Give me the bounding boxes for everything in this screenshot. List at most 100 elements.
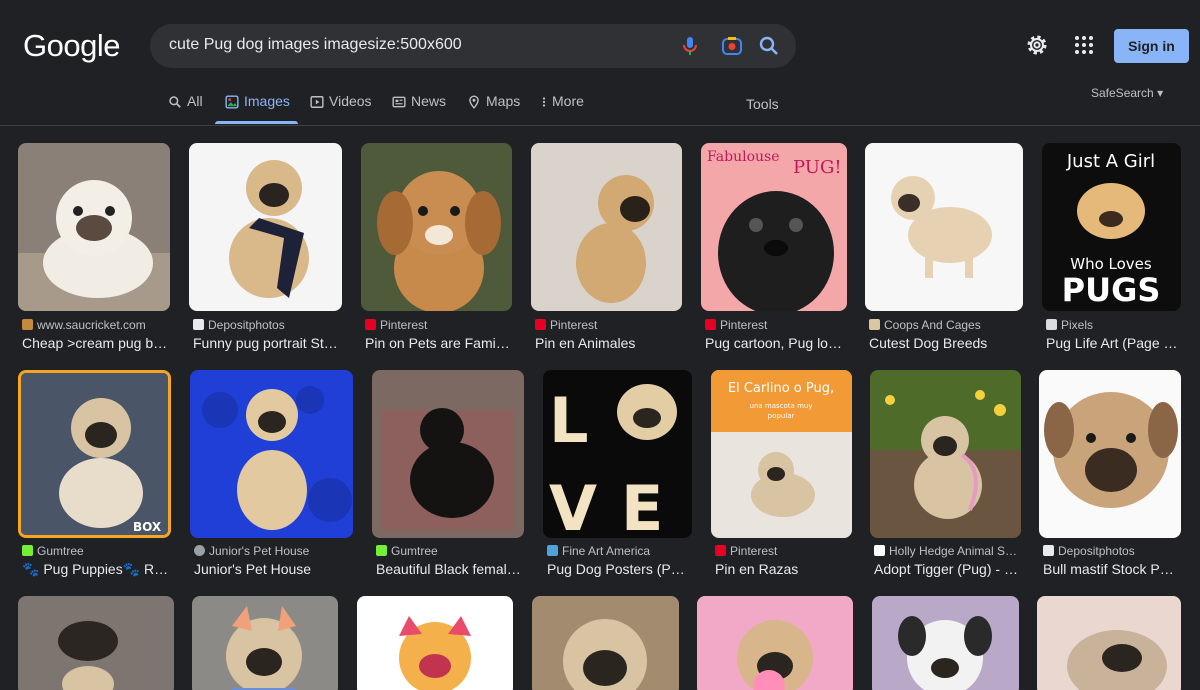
source-name: Pixels: [1061, 318, 1094, 332]
favicon-icon: [705, 319, 716, 330]
result-source[interactable]: Pinterest: [705, 318, 847, 332]
result-source[interactable]: Holly Hedge Animal S…: [874, 544, 1021, 558]
image-result-thumbnail[interactable]: [872, 596, 1019, 690]
favicon-icon: [194, 545, 205, 556]
result-title[interactable]: Bull mastif Stock Ph…: [1043, 561, 1181, 577]
source-name: Holly Hedge Animal S…: [889, 544, 1018, 558]
gear-icon[interactable]: [1025, 33, 1049, 57]
pug-cartoon-image: Fabulouse PUG!: [701, 143, 847, 311]
pug-closeup-image: [532, 596, 679, 690]
search-query-text[interactable]: cute Pug dog images imagesize:500x600: [169, 36, 462, 54]
source-name: Depositphotos: [208, 318, 285, 332]
svg-text:E: E: [621, 472, 663, 538]
search-icon[interactable]: [757, 34, 781, 58]
result-title[interactable]: Pug Dog Posters (Pag…: [547, 561, 692, 577]
tab-more[interactable]: More: [541, 93, 584, 125]
result-source[interactable]: Junior's Pet House: [194, 544, 353, 558]
result-source[interactable]: Coops And Cages: [869, 318, 1023, 332]
image-result-thumbnail[interactable]: [1037, 596, 1181, 690]
result-title[interactable]: Funny pug portrait Sto…: [193, 335, 342, 351]
tab-news[interactable]: News: [392, 93, 446, 125]
favicon-icon: [869, 319, 880, 330]
pug-with-tie-image: [189, 143, 342, 311]
result-title[interactable]: Cheap >cream pug bi…: [22, 335, 170, 351]
favicon-icon: [547, 545, 558, 556]
svg-text:L: L: [549, 384, 589, 457]
safesearch-dropdown[interactable]: SafeSearch ▾: [1091, 86, 1163, 100]
pugs-on-leash-image: [18, 596, 174, 690]
tools-button[interactable]: Tools: [746, 96, 779, 112]
cream-pug-image: [18, 143, 170, 311]
image-result-thumbnail[interactable]: [18, 596, 174, 690]
result-title[interactable]: Beautiful Black female…: [376, 561, 524, 577]
result-source[interactable]: Pinterest: [715, 544, 852, 558]
result-title[interactable]: Pin en Animales: [535, 335, 682, 351]
search-icon: [169, 96, 181, 108]
sign-in-button[interactable]: Sign in: [1114, 29, 1189, 63]
tab-all-label: All: [187, 93, 203, 109]
header-bar: Google cute Pug dog images imagesize:500…: [0, 0, 1200, 126]
result-title[interactable]: Adopt Tigger (Pug) - H…: [874, 561, 1021, 577]
svg-text:PUGS: PUGS: [1062, 271, 1161, 309]
caret-down-icon: ▾: [1157, 86, 1164, 100]
result-title[interactable]: Pin on Pets are Family…: [365, 335, 512, 351]
pug-in-garden-image: [870, 370, 1021, 538]
result-title[interactable]: Cutest Dog Breeds: [869, 335, 1023, 351]
svg-text:V: V: [549, 472, 597, 538]
result-source[interactable]: Gumtree: [22, 544, 171, 558]
result-title[interactable]: 🐾 Pug Puppies🐾 RE…: [22, 561, 171, 578]
search-input[interactable]: cute Pug dog images imagesize:500x600: [150, 24, 796, 68]
result-title[interactable]: Junior's Pet House: [194, 561, 353, 577]
svg-text:PUG!: PUG!: [793, 157, 842, 178]
result-title[interactable]: Pin en Razas: [715, 561, 852, 577]
tab-all[interactable]: All: [168, 93, 203, 125]
image-result-thumbnail[interactable]: [361, 143, 512, 311]
source-name: Pinterest: [720, 318, 768, 332]
image-result-thumbnail[interactable]: [870, 370, 1021, 538]
image-result-thumbnail[interactable]: [357, 596, 513, 690]
image-result-thumbnail[interactable]: [1039, 370, 1181, 538]
svg-text:BOX: BOX: [133, 520, 162, 534]
image-result-thumbnail[interactable]: [18, 143, 170, 311]
image-result-thumbnail-selected[interactable]: BOX: [18, 370, 171, 538]
image-result-thumbnail[interactable]: [190, 370, 353, 538]
result-source[interactable]: Fine Art America: [547, 544, 692, 558]
pug-puppy-standing-image: [531, 143, 682, 311]
tab-maps-label: Maps: [486, 93, 521, 109]
image-result-thumbnail[interactable]: [531, 143, 682, 311]
image-result-thumbnail[interactable]: Fabulouse PUG!: [701, 143, 847, 311]
image-result-thumbnail[interactable]: [865, 143, 1023, 311]
camera-lens-icon[interactable]: [720, 34, 744, 58]
result-source[interactable]: Pinterest: [365, 318, 512, 332]
source-name: www.saucricket.com: [37, 318, 146, 332]
apps-grid-icon[interactable]: [1072, 33, 1096, 57]
result-source[interactable]: Gumtree: [376, 544, 524, 558]
result-title[interactable]: Pug cartoon, Pug lov…: [705, 335, 847, 351]
tab-videos[interactable]: Videos: [310, 93, 372, 125]
result-source[interactable]: Pinterest: [535, 318, 682, 332]
result-source[interactable]: Pixels: [1046, 318, 1181, 332]
google-logo[interactable]: Google: [23, 28, 120, 64]
microphone-icon[interactable]: [678, 34, 702, 58]
sleeping-pug-image: [1037, 596, 1181, 690]
image-result-thumbnail[interactable]: [372, 370, 524, 538]
svg-text:popular: popular: [768, 412, 795, 420]
result-source[interactable]: www.saucricket.com: [22, 318, 170, 332]
image-result-thumbnail[interactable]: Just A Girl Who Loves PUGS: [1042, 143, 1181, 311]
image-result-thumbnail[interactable]: L V E: [543, 370, 692, 538]
result-source[interactable]: Depositphotos: [1043, 544, 1181, 558]
tab-videos-label: Videos: [329, 93, 372, 109]
source-name: Pinterest: [550, 318, 598, 332]
favicon-icon: [874, 545, 885, 556]
favicon-icon: [376, 545, 387, 556]
image-result-thumbnail[interactable]: [532, 596, 679, 690]
image-result-thumbnail[interactable]: [697, 596, 853, 690]
tab-maps[interactable]: Maps: [467, 93, 520, 125]
result-title[interactable]: Pug Life Art (Page #…: [1046, 335, 1181, 351]
image-result-thumbnail[interactable]: [192, 596, 338, 690]
pug-with-ears-image: [192, 596, 338, 690]
image-result-thumbnail[interactable]: El Carlino o Pug, una mascota muy popula…: [711, 370, 852, 538]
source-name: Junior's Pet House: [209, 544, 310, 558]
image-result-thumbnail[interactable]: [189, 143, 342, 311]
result-source[interactable]: Depositphotos: [193, 318, 342, 332]
